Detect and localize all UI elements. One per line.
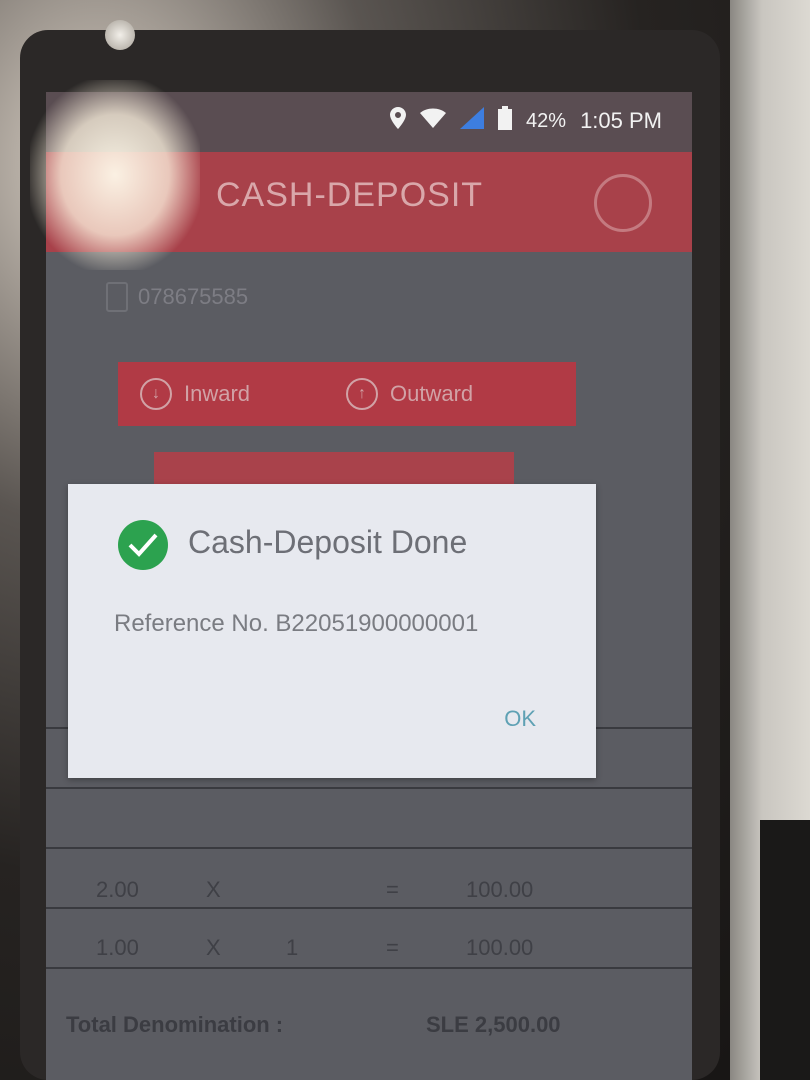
wifi-icon (420, 108, 447, 134)
total-value: SLE 2,500.00 (426, 1012, 561, 1037)
row-divider (46, 907, 692, 909)
phone-screen: 42% 1:05 PM CASH-DEPOSIT 078675585 ↓ Inw… (46, 92, 692, 1080)
account-number: 078675585 (138, 284, 249, 309)
row-divider (46, 967, 692, 969)
background-object (760, 820, 810, 1080)
check-circle-icon (118, 520, 168, 570)
row-divider (46, 787, 692, 789)
arrow-down-icon: ↓ (140, 378, 172, 410)
status-clock: 1:05 PM (580, 108, 662, 133)
battery-percent: 42% (526, 109, 567, 132)
app-header: CASH-DEPOSIT (46, 152, 692, 252)
account-row: 078675585 (106, 282, 248, 312)
row-divider (46, 847, 692, 849)
inward-button[interactable]: ↓ Inward (118, 362, 350, 426)
table-row: 1.00 X 1 = 100.00 (96, 935, 534, 960)
submit-button-partial[interactable] (154, 452, 514, 488)
signal-icon (460, 107, 485, 135)
inward-label: Inward (184, 381, 251, 406)
success-dialog: Cash-Deposit Done Reference No. B2205190… (68, 484, 596, 778)
dialog-message: Reference No. B22051900000001 (114, 610, 479, 637)
outward-label: Outward (390, 381, 474, 406)
total-label: Total Denomination : (66, 1012, 284, 1037)
camera-lens (105, 20, 135, 50)
phone-icon (106, 282, 128, 312)
status-bar: 42% 1:05 PM (46, 92, 692, 152)
arrow-up-icon: ↑ (346, 378, 378, 410)
dialog-title: Cash-Deposit Done (188, 524, 468, 560)
page-title: CASH-DEPOSIT (216, 176, 484, 214)
battery-icon (498, 106, 513, 136)
location-icon (390, 107, 407, 135)
header-action-icon[interactable] (594, 174, 652, 232)
ok-button[interactable]: OK (504, 706, 536, 732)
table-row: 2.00 X = 100.00 (96, 877, 534, 902)
outward-button[interactable]: ↑ Outward (324, 362, 576, 426)
